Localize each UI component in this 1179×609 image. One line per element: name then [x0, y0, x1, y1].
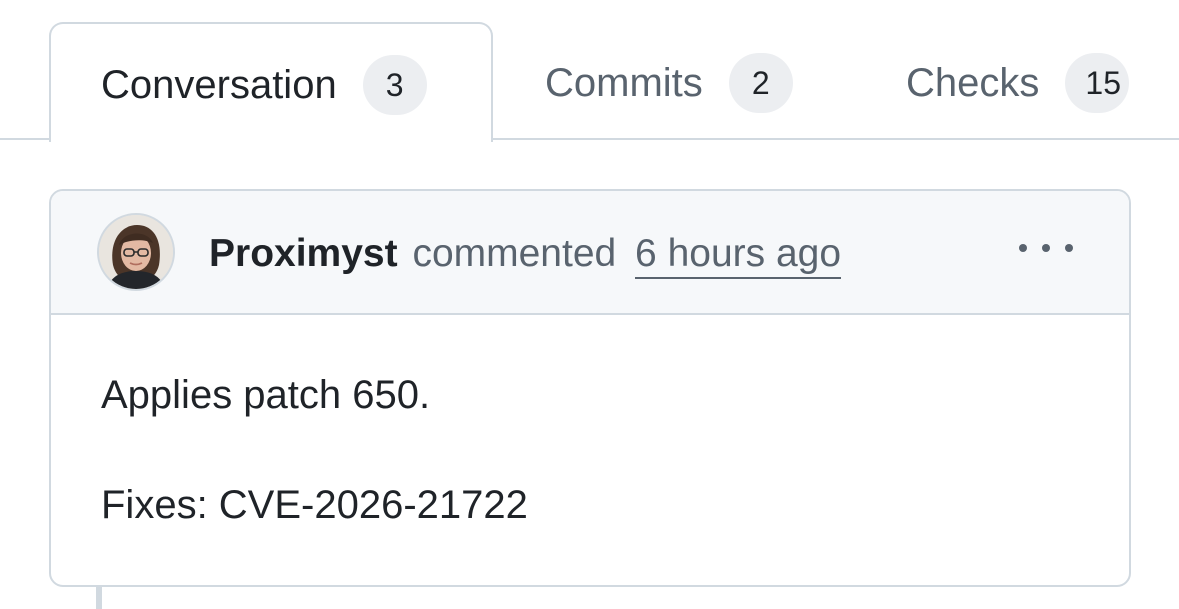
tab-commits-label: Commits [545, 61, 703, 105]
pr-tab-bar: Conversation 3 Commits 2 Checks 15 [0, 0, 1179, 142]
avatar[interactable] [97, 213, 175, 291]
tab-conversation-counter: 3 [362, 55, 427, 115]
tab-conversation-label: Conversation [101, 63, 337, 107]
kebab-dot [1065, 244, 1073, 252]
avatar-image [99, 215, 173, 289]
comment-action-text: commented [412, 232, 617, 275]
comment-meta: Proximyst commented 6 hours ago [209, 231, 842, 279]
pull-request-page: Conversation 3 Commits 2 Checks 15 Proxi… [0, 0, 1179, 609]
tab-commits-counter: 2 [728, 53, 793, 113]
comment-box: Proximyst commented 6 hours ago Applies … [49, 189, 1131, 587]
timeline-connector [96, 585, 102, 609]
tab-conversation[interactable]: Conversation 3 [49, 22, 493, 142]
tab-checks-counter: 15 [1065, 53, 1130, 113]
comment-timestamp-link[interactable]: 6 hours ago [635, 232, 842, 279]
comment-header: Proximyst commented 6 hours ago [51, 191, 1129, 315]
kebab-dot [1019, 244, 1027, 252]
comment-author-link[interactable]: Proximyst [209, 232, 398, 275]
tab-commits[interactable]: Commits 2 [545, 22, 793, 140]
comment-body-line: Fixes: CVE-2026-21722 [101, 483, 528, 527]
comment-body-line: Applies patch 650. [101, 373, 431, 417]
kebab-horizontal-icon[interactable] [1019, 237, 1073, 259]
tab-checks[interactable]: Checks 15 [906, 22, 1131, 140]
kebab-dot [1042, 244, 1050, 252]
tab-checks-label: Checks [906, 61, 1040, 105]
